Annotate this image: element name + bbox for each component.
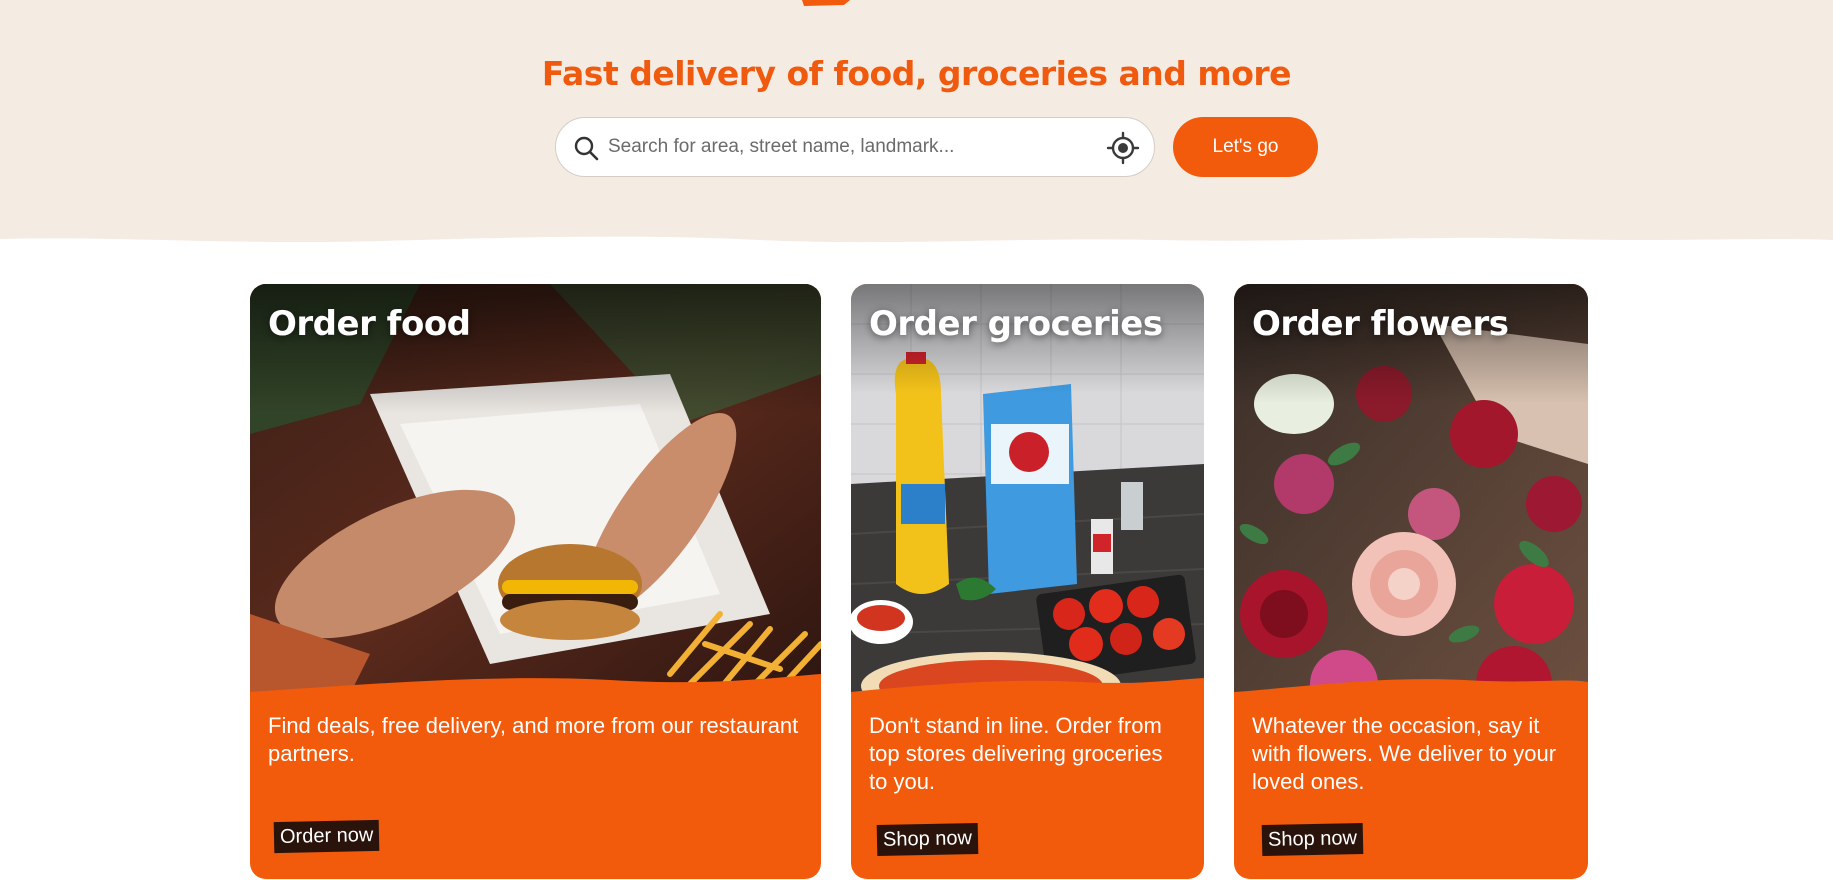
hero-section: Fast delivery of food, groceries and mor…: [0, 0, 1833, 262]
grocery-items-photo: [851, 284, 1204, 714]
shop-now-button[interactable]: Shop now: [876, 822, 979, 857]
order-now-button[interactable]: Order now: [273, 819, 380, 854]
lets-go-button[interactable]: Let's go: [1173, 117, 1318, 177]
card-description: Whatever the occasion, say it with flowe…: [1252, 713, 1557, 794]
crosshair-location-icon: [1106, 131, 1140, 165]
flower-bouquet-photo: [1234, 284, 1588, 714]
location-search-input[interactable]: [608, 128, 1078, 166]
card-title: Order groceries: [869, 304, 1163, 344]
search-icon: [574, 136, 599, 161]
logo-fragment[interactable]: [800, 0, 852, 6]
order-groceries-card[interactable]: Order groceries Don't stand in line. Ord…: [851, 284, 1204, 879]
card-description: Don't stand in line. Order from top stor…: [869, 713, 1163, 794]
card-title: Order flowers: [1252, 304, 1509, 344]
card-title: Order food: [268, 304, 471, 344]
order-flowers-card[interactable]: Order flowers Whatever the occasion, say…: [1234, 284, 1588, 879]
card-description: Find deals, free delivery, and more from…: [268, 713, 799, 766]
locate-me-button[interactable]: [1106, 131, 1140, 165]
burger-and-fries-photo: [250, 284, 821, 714]
location-search-box: [555, 117, 1155, 177]
shop-now-button[interactable]: Shop now: [1261, 822, 1364, 857]
hero-headline: Fast delivery of food, groceries and mor…: [541, 54, 1292, 93]
hero-torn-edge: [0, 236, 1833, 262]
order-food-card[interactable]: Order food Find deals, free delivery, an…: [250, 284, 821, 879]
